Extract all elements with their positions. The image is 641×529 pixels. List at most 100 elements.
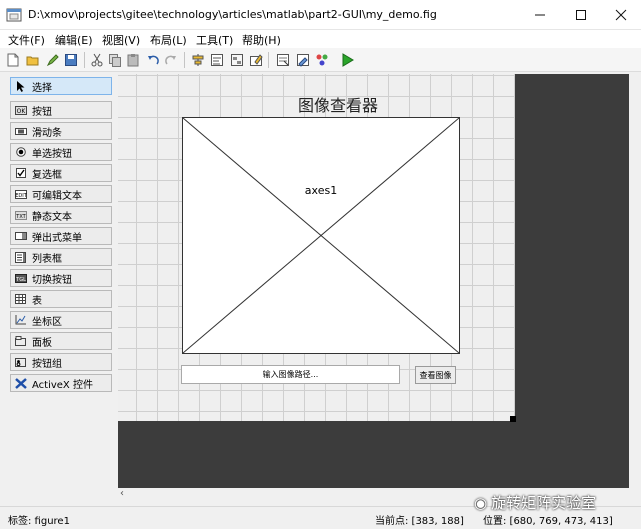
- toolbar: [0, 48, 641, 72]
- palette-item-label: 按钮: [32, 106, 52, 118]
- toolbar-editor-button[interactable]: [247, 51, 265, 69]
- cut-button[interactable]: [88, 51, 106, 69]
- pushbutton-icon: OK: [14, 105, 27, 116]
- open-button[interactable]: [24, 51, 42, 69]
- button-group-icon: [14, 357, 27, 368]
- palette-item-popup[interactable]: 弹出式菜单: [10, 227, 112, 245]
- image-path-edit[interactable]: 输入图像路径...: [181, 365, 400, 384]
- copy-button[interactable]: [106, 51, 124, 69]
- menu-file[interactable]: 文件(F): [8, 32, 45, 48]
- palette-item-label: 坐标区: [32, 316, 62, 328]
- menu-view[interactable]: 视图(V): [102, 32, 140, 48]
- close-icon: [615, 9, 627, 21]
- run-button[interactable]: [338, 51, 356, 69]
- menu-help[interactable]: 帮助(H): [242, 32, 281, 48]
- vertical-scrollbar[interactable]: [629, 74, 641, 488]
- edit-text-icon: EDIT: [14, 189, 27, 200]
- save-button[interactable]: [62, 51, 80, 69]
- property-editor-button[interactable]: [274, 51, 292, 69]
- palette-item-radio[interactable]: 单选按钮: [10, 143, 112, 161]
- new-button[interactable]: [4, 51, 22, 69]
- palette-item-label: 弹出式菜单: [32, 232, 82, 244]
- tab-order-icon: [231, 54, 243, 66]
- figure-title-text[interactable]: 图像查看器: [268, 92, 408, 116]
- axes-label: axes1: [304, 184, 338, 197]
- slider-icon: [14, 126, 27, 137]
- arrow-icon: [14, 80, 27, 92]
- svg-text:TGL: TGL: [15, 277, 26, 283]
- checkbox-icon: [14, 168, 27, 179]
- new-icon: [7, 53, 19, 67]
- object-browser-icon: [316, 54, 328, 66]
- undo-icon: [148, 55, 159, 65]
- toolbar-separator: [84, 52, 85, 68]
- editor-icon: [297, 54, 309, 67]
- edit-button[interactable]: [44, 51, 62, 69]
- redo-icon: [165, 55, 176, 65]
- align-button[interactable]: [189, 51, 207, 69]
- palette-item-label: ActiveX 控件: [32, 379, 93, 391]
- scroll-left-icon[interactable]: ‹: [120, 488, 124, 499]
- palette-item-activex[interactable]: ActiveX 控件: [10, 374, 112, 392]
- copy-icon: [109, 54, 121, 67]
- palette-item-axes[interactable]: 坐标区: [10, 311, 112, 329]
- axes1[interactable]: axes1: [182, 117, 460, 354]
- menu-bar: 文件(F) 编辑(E) 视图(V) 布局(L) 工具(T) 帮助(H): [0, 30, 641, 48]
- view-image-button[interactable]: 查看图像: [415, 366, 456, 384]
- resize-handle[interactable]: [510, 416, 516, 422]
- inspector-button[interactable]: [294, 51, 312, 69]
- menu-tools[interactable]: 工具(T): [196, 32, 233, 48]
- status-current-point: 当前点: [383, 188]: [375, 516, 464, 527]
- watermark: ◉ 旋转矩阵实验室: [474, 492, 596, 513]
- radio-icon: [14, 147, 27, 158]
- paste-button[interactable]: [124, 51, 142, 69]
- palette-item-toggle[interactable]: TGL 切换按钮: [10, 269, 112, 287]
- maximize-icon: [576, 10, 586, 20]
- palette-item-listbox[interactable]: 列表框: [10, 248, 112, 266]
- palette-item-label: 静态文本: [32, 211, 72, 223]
- toolbar-editor-icon: [250, 54, 263, 66]
- palette-item-label: 复选框: [32, 169, 62, 181]
- tab-order-button[interactable]: [228, 51, 246, 69]
- object-browser-button[interactable]: [313, 51, 331, 69]
- close-button[interactable]: [601, 0, 641, 30]
- palette-item-pushbutton[interactable]: OK 按钮: [10, 101, 112, 119]
- minimize-button[interactable]: [520, 0, 560, 30]
- popup-icon: [14, 231, 27, 242]
- run-icon: [342, 53, 354, 67]
- palette-item-label: 面板: [32, 337, 52, 349]
- window-title: D:\xmov\projects\gitee\technology\articl…: [28, 8, 437, 21]
- matlab-guide-icon: [6, 8, 22, 22]
- menu-edit[interactable]: 编辑(E): [55, 32, 93, 48]
- palette-item-label: 可编辑文本: [32, 190, 82, 202]
- palette-item-button-group[interactable]: 按钮组: [10, 353, 112, 371]
- palette-item-label: 单选按钮: [32, 148, 72, 160]
- undo-button[interactable]: [144, 51, 162, 69]
- title-bar: D:\xmov\projects\gitee\technology\articl…: [0, 0, 641, 30]
- panel-icon: [14, 336, 27, 347]
- menu-editor-button[interactable]: [208, 51, 226, 69]
- axes-cross-lines: [183, 118, 459, 353]
- watermark-text: 旋转矩阵实验室: [491, 494, 597, 512]
- palette-item-panel[interactable]: 面板: [10, 332, 112, 350]
- palette-item-select[interactable]: 选择: [10, 77, 112, 95]
- minimize-icon: [535, 14, 545, 16]
- palette-item-slider[interactable]: 滑动条: [10, 122, 112, 140]
- menu-layout[interactable]: 布局(L): [150, 32, 187, 48]
- menu-editor-icon: [211, 54, 223, 66]
- palette-item-edit-text[interactable]: EDIT 可编辑文本: [10, 185, 112, 203]
- figure-area[interactable]: 图像查看器 axes1 输入图像路径... 查看图像: [118, 74, 516, 422]
- paste-icon: [127, 54, 139, 67]
- svg-text:OK: OK: [16, 108, 26, 115]
- redo-button[interactable]: [162, 51, 180, 69]
- listbox-icon: [14, 251, 27, 263]
- wechat-icon: ◉: [474, 494, 488, 512]
- svg-text:TXT: TXT: [15, 214, 26, 220]
- palette-item-label: 列表框: [32, 253, 62, 265]
- palette-item-table[interactable]: 表: [10, 290, 112, 308]
- maximize-button[interactable]: [561, 0, 601, 30]
- layout-canvas[interactable]: 图像查看器 axes1 输入图像路径... 查看图像: [118, 74, 635, 488]
- toggle-icon: TGL: [14, 273, 27, 284]
- palette-item-checkbox[interactable]: 复选框: [10, 164, 112, 182]
- palette-item-static-text[interactable]: TXT 静态文本: [10, 206, 112, 224]
